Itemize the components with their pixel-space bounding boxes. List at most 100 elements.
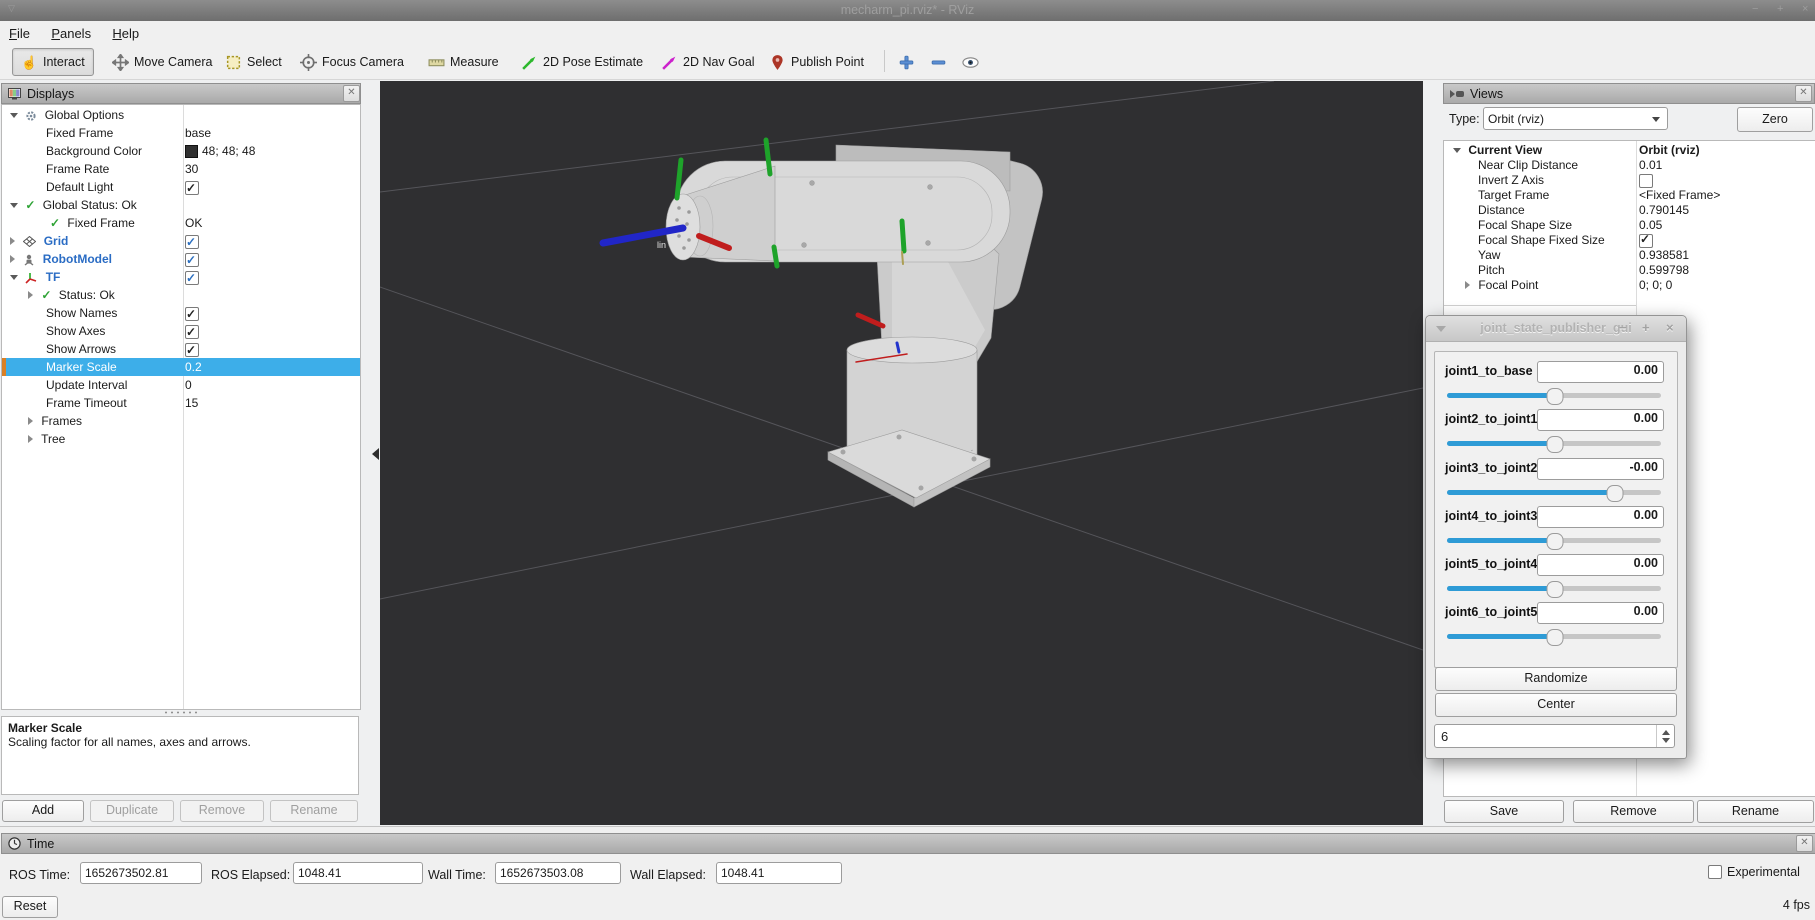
row-marker-scale-selected[interactable]: Marker Scale 0.2 — [2, 358, 360, 376]
minimize-icon[interactable]: − — [1619, 316, 1627, 341]
focus-camera-tool-button[interactable]: Focus Camera — [291, 48, 413, 76]
spinbox-arrows[interactable] — [1656, 725, 1674, 747]
row-yaw[interactable]: Yaw 0.938581 — [1444, 248, 1815, 263]
nav-goal-tool-button[interactable]: 2D Nav Goal — [652, 48, 764, 76]
menu-file[interactable]: File — [0, 24, 39, 43]
slider-handle[interactable] — [1547, 388, 1564, 405]
panel-collapse-handle[interactable] — [370, 442, 380, 466]
row-global-status[interactable]: ✓ Global Status: Ok — [2, 196, 360, 214]
joint-value-field[interactable]: 0.00 — [1537, 554, 1664, 576]
row-distance[interactable]: Distance 0.790145 — [1444, 203, 1815, 218]
experimental-checkbox[interactable] — [1708, 865, 1722, 879]
interact-tool-button[interactable]: ☝ Interact — [12, 48, 94, 76]
tool-properties-button[interactable] — [957, 48, 984, 76]
checkbox-checked[interactable] — [1639, 234, 1653, 248]
joint-value-field[interactable]: 0.00 — [1537, 506, 1664, 528]
randomize-button[interactable]: Randomize — [1435, 667, 1677, 691]
ros-time-field[interactable]: 1652673502.81 — [80, 862, 202, 884]
joint-slider[interactable] — [1447, 581, 1661, 596]
spin-up-icon[interactable] — [1662, 730, 1670, 735]
expander-closed-icon[interactable] — [28, 435, 33, 443]
row-focal-point[interactable]: Focal Point 0; 0; 0 — [1444, 278, 1815, 293]
publish-point-tool-button[interactable]: Publish Point — [760, 48, 873, 76]
add-display-button[interactable]: Add — [2, 800, 84, 822]
checkbox-checked[interactable] — [185, 181, 199, 195]
row-frame-timeout[interactable]: Frame Timeout 15 — [2, 394, 360, 412]
checkbox-checked[interactable] — [185, 271, 199, 285]
joint-value-field[interactable]: 0.00 — [1537, 409, 1664, 431]
joint-slider[interactable] — [1447, 388, 1661, 403]
expander-closed-icon[interactable] — [1465, 281, 1470, 289]
checkbox-checked[interactable] — [185, 307, 199, 321]
views-close-icon[interactable]: ✕ — [1795, 85, 1812, 102]
joint-value-field[interactable]: -0.00 — [1537, 458, 1664, 480]
time-close-icon[interactable]: ✕ — [1796, 835, 1813, 852]
splitter-handle[interactable] — [163, 710, 197, 715]
row-fixed-frame-status[interactable]: ✓ Fixed Frame OK — [2, 214, 360, 232]
row-focal-shape-size[interactable]: Focal Shape Size 0.05 — [1444, 218, 1815, 233]
maximize-icon[interactable]: + — [1777, 3, 1783, 15]
row-tree[interactable]: Tree — [2, 430, 360, 448]
row-frame-rate[interactable]: Frame Rate 30 — [2, 160, 360, 178]
row-fixed-frame[interactable]: Fixed Frame base — [2, 124, 360, 142]
row-global-options[interactable]: Global Options — [2, 106, 360, 124]
reset-button[interactable]: Reset — [2, 896, 58, 918]
checkbox-checked[interactable] — [185, 235, 199, 249]
remove-view-button[interactable]: Remove — [1573, 800, 1694, 823]
move-camera-tool-button[interactable]: Move Camera — [103, 48, 222, 76]
window-shade-icon[interactable] — [1436, 326, 1446, 332]
row-background-color[interactable]: Background Color 48; 48; 48 — [2, 142, 360, 160]
displays-panel-header[interactable]: Displays — [1, 83, 361, 104]
joint-window-titlebar[interactable]: joint_state_publisher_gui − + × — [1426, 316, 1686, 342]
remove-tool-button[interactable] — [925, 48, 952, 76]
row-update-interval[interactable]: Update Interval 0 — [2, 376, 360, 394]
measure-tool-button[interactable]: Measure — [419, 48, 508, 76]
add-tool-button[interactable] — [893, 48, 920, 76]
zero-button[interactable]: Zero — [1737, 107, 1813, 132]
views-panel-header[interactable]: Views — [1443, 83, 1815, 104]
checkbox-checked[interactable] — [185, 343, 199, 357]
slider-handle[interactable] — [1547, 436, 1564, 453]
close-icon[interactable]: × — [1802, 3, 1808, 15]
row-focal-shape-fixed[interactable]: Focal Shape Fixed Size — [1444, 233, 1815, 248]
expander-closed-icon[interactable] — [10, 237, 15, 245]
slider-handle[interactable] — [1606, 485, 1623, 502]
wall-elapsed-field[interactable]: 1048.41 — [716, 862, 842, 884]
row-show-axes[interactable]: Show Axes — [2, 322, 360, 340]
expander-closed-icon[interactable] — [28, 291, 33, 299]
save-view-button[interactable]: Save — [1444, 800, 1564, 823]
row-pitch[interactable]: Pitch 0.599798 — [1444, 263, 1815, 278]
expander-open-icon[interactable] — [1453, 148, 1461, 153]
ros-elapsed-field[interactable]: 1048.41 — [293, 862, 423, 884]
title-bar[interactable]: ▽ mecharm_pi.rviz* - RViz − + × — [0, 0, 1815, 21]
row-grid-display[interactable]: Grid — [2, 232, 360, 250]
joint-slider[interactable] — [1447, 629, 1661, 644]
pose-estimate-tool-button[interactable]: 2D Pose Estimate — [512, 48, 652, 76]
row-default-light[interactable]: Default Light — [2, 178, 360, 196]
select-tool-button[interactable]: Select — [216, 48, 291, 76]
row-tf-status[interactable]: ✓ Status: Ok — [2, 286, 360, 304]
joint-value-field[interactable]: 0.00 — [1537, 361, 1664, 383]
row-robotmodel-display[interactable]: RobotModel — [2, 250, 360, 268]
rate-spinbox[interactable]: 6 — [1434, 724, 1675, 748]
center-button[interactable]: Center — [1435, 693, 1677, 717]
row-near-clip[interactable]: Near Clip Distance 0.01 — [1444, 158, 1815, 173]
joint-state-publisher-window[interactable]: joint_state_publisher_gui − + × joint1_t… — [1425, 315, 1687, 759]
minimize-icon[interactable]: − — [1752, 3, 1758, 15]
expander-closed-icon[interactable] — [10, 255, 15, 263]
expander-open-icon[interactable] — [10, 203, 18, 208]
row-show-names[interactable]: Show Names — [2, 304, 360, 322]
view-type-combobox[interactable]: Orbit (rviz) — [1483, 107, 1668, 130]
joint-value-field[interactable]: 0.00 — [1537, 602, 1664, 624]
joint-slider[interactable] — [1447, 436, 1661, 451]
checkbox-unchecked[interactable] — [1639, 174, 1653, 188]
expander-open-icon[interactable] — [10, 113, 18, 118]
expander-closed-icon[interactable] — [28, 417, 33, 425]
checkbox-checked[interactable] — [185, 325, 199, 339]
close-icon[interactable]: × — [1666, 316, 1674, 341]
menu-help[interactable]: Help — [103, 24, 148, 43]
row-frames[interactable]: Frames — [2, 412, 360, 430]
expander-open-icon[interactable] — [10, 275, 18, 280]
slider-handle[interactable] — [1547, 629, 1564, 646]
slider-handle[interactable] — [1547, 533, 1564, 550]
